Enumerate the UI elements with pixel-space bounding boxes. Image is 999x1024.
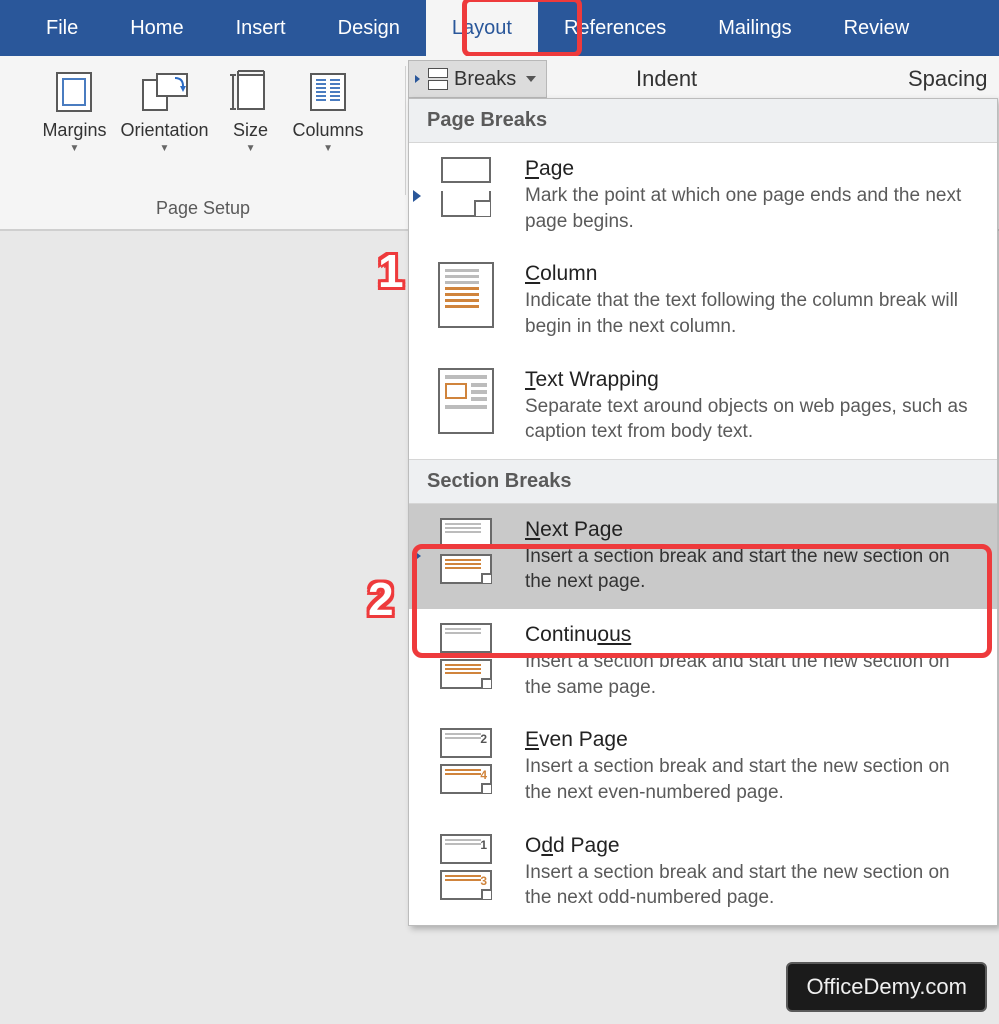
item-title: Text Wrapping bbox=[525, 368, 979, 392]
item-next-page-break[interactable]: Next Page Insert a section break and sta… bbox=[409, 504, 997, 609]
margins-icon bbox=[46, 68, 102, 116]
page-break-icon bbox=[427, 157, 505, 217]
item-title: Continuous bbox=[525, 623, 979, 647]
orientation-label: Orientation bbox=[120, 120, 208, 141]
item-description: Insert a section break and start the new… bbox=[525, 649, 979, 700]
item-title: Page bbox=[525, 157, 979, 181]
text-wrapping-icon bbox=[427, 368, 505, 434]
item-description: Insert a section break and start the new… bbox=[525, 544, 979, 595]
even-page-icon: 24 bbox=[427, 728, 505, 794]
spacing-label: Spacing bbox=[908, 66, 988, 92]
item-title: Column bbox=[525, 262, 979, 286]
dropdown-caret-icon bbox=[526, 76, 536, 82]
watermark: OfficeDemy.com bbox=[786, 962, 987, 1012]
dropdown-caret-icon: ▼ bbox=[246, 143, 256, 154]
dropdown-caret-icon: ▼ bbox=[323, 143, 333, 154]
continuous-icon bbox=[427, 623, 505, 689]
dropdown-caret-icon: ▼ bbox=[70, 143, 80, 154]
item-column-break[interactable]: Column Indicate that the text following … bbox=[409, 248, 997, 353]
breaks-icon bbox=[428, 68, 448, 90]
breaks-button[interactable]: Breaks bbox=[408, 60, 547, 98]
tab-references[interactable]: References bbox=[538, 0, 692, 56]
item-description: Insert a section break and start the new… bbox=[525, 754, 979, 805]
item-text-wrapping-break[interactable]: Text Wrapping Separate text around objec… bbox=[409, 354, 997, 459]
item-description: Insert a section break and start the new… bbox=[525, 860, 979, 911]
orientation-button[interactable]: Orientation ▼ bbox=[114, 66, 214, 156]
margins-button[interactable]: Margins ▼ bbox=[36, 66, 112, 156]
arrow-icon bbox=[415, 75, 420, 83]
size-button[interactable]: Size ▼ bbox=[217, 66, 285, 156]
tab-home[interactable]: Home bbox=[104, 0, 209, 56]
size-icon bbox=[223, 68, 279, 116]
item-description: Separate text around objects on web page… bbox=[525, 394, 979, 445]
orientation-icon bbox=[137, 68, 193, 116]
item-even-page-break[interactable]: 24 Even Page Insert a section break and … bbox=[409, 714, 997, 819]
arrow-icon bbox=[413, 550, 421, 562]
margins-label: Margins bbox=[42, 120, 106, 141]
tab-mailings[interactable]: Mailings bbox=[692, 0, 817, 56]
arrow-icon bbox=[413, 190, 421, 202]
header-page-breaks: Page Breaks bbox=[409, 99, 997, 143]
item-odd-page-break[interactable]: 13 Odd Page Insert a section break and s… bbox=[409, 820, 997, 925]
item-description: Mark the point at which one page ends an… bbox=[525, 183, 979, 234]
next-page-icon bbox=[427, 518, 505, 584]
tab-design[interactable]: Design bbox=[312, 0, 426, 56]
group-page-setup: Margins ▼ Orientation ▼ Size ▼ bbox=[0, 56, 406, 229]
item-description: Indicate that the text following the col… bbox=[525, 288, 979, 339]
tab-insert[interactable]: Insert bbox=[210, 0, 312, 56]
item-title: Even Page bbox=[525, 728, 979, 752]
breaks-gallery: Page Breaks Page Mark the point at which… bbox=[408, 98, 998, 926]
item-title: Odd Page bbox=[525, 834, 979, 858]
column-break-icon bbox=[427, 262, 505, 328]
tab-layout[interactable]: Layout bbox=[426, 0, 538, 56]
item-page-break[interactable]: Page Mark the point at which one page en… bbox=[409, 143, 997, 248]
item-title: Next Page bbox=[525, 518, 979, 542]
dropdown-caret-icon: ▼ bbox=[160, 143, 170, 154]
tab-review[interactable]: Review bbox=[818, 0, 936, 56]
size-label: Size bbox=[233, 120, 268, 141]
item-continuous-break[interactable]: Continuous Insert a section break and st… bbox=[409, 609, 997, 714]
columns-label: Columns bbox=[293, 120, 364, 141]
ribbon-tab-bar: File Home Insert Design Layout Reference… bbox=[0, 0, 999, 56]
annotation-callout-1: 1 bbox=[378, 244, 404, 298]
group-label-page-setup: Page Setup bbox=[156, 198, 250, 225]
columns-icon bbox=[300, 68, 356, 116]
breaks-label: Breaks bbox=[454, 68, 516, 91]
odd-page-icon: 13 bbox=[427, 834, 505, 900]
columns-button[interactable]: Columns ▼ bbox=[287, 66, 370, 156]
annotation-callout-2: 2 bbox=[368, 572, 394, 626]
indent-label: Indent bbox=[636, 66, 697, 92]
tab-file[interactable]: File bbox=[20, 0, 104, 56]
header-section-breaks: Section Breaks bbox=[409, 459, 997, 504]
